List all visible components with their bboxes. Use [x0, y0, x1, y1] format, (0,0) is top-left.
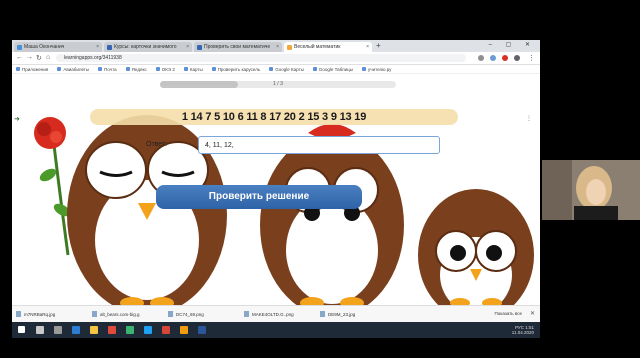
- task-view-icon[interactable]: [54, 326, 62, 334]
- bookmark-icon: [16, 67, 20, 71]
- file-icon: [168, 311, 173, 317]
- home-icon[interactable]: ⌂: [46, 54, 50, 61]
- close-tab-icon[interactable]: ×: [366, 42, 369, 52]
- bookmark-icon: [155, 67, 160, 71]
- show-all-downloads-link[interactable]: Показать все: [495, 311, 522, 316]
- desktop-screen: Маша Окончанич × Курсы: карточки значимог…: [12, 40, 540, 338]
- search-icon[interactable]: [36, 326, 44, 334]
- bookmark-icon: [269, 67, 274, 71]
- windows-taskbar: РУС 1:51 11.04.2020: [12, 322, 540, 338]
- browser-tab-active[interactable]: Веселый математик ×: [284, 42, 372, 52]
- bookmark-item[interactable]: Карты: [183, 67, 203, 72]
- check-solution-button[interactable]: Проверить решение: [156, 185, 362, 209]
- bookmarks-bar: Приложения Авиабилеты Почта Яндекс ОКЭ 2…: [12, 65, 540, 74]
- app-icon[interactable]: [180, 326, 188, 334]
- task-progress-text: 1 / 3: [273, 81, 283, 87]
- app-icon[interactable]: [162, 326, 170, 334]
- browser-tab[interactable]: Маша Окончанич ×: [14, 42, 102, 52]
- browser-icon[interactable]: [72, 326, 80, 334]
- file-icon: [16, 311, 21, 317]
- bookmark-icon: [211, 67, 216, 71]
- close-tab-icon[interactable]: ×: [186, 42, 189, 52]
- close-downloads-icon[interactable]: ✕: [530, 310, 535, 317]
- tab-favicon-icon: [287, 45, 292, 50]
- app-menu-icon[interactable]: ⋮: [526, 115, 532, 122]
- extension-icon[interactable]: [502, 55, 508, 61]
- new-tab-button[interactable]: +: [376, 40, 381, 52]
- bookmark-icon: [361, 67, 366, 71]
- bookmark-icon: [312, 67, 317, 71]
- owl-small-icon: [418, 189, 534, 305]
- forward-icon[interactable]: →: [26, 54, 33, 61]
- answer-label: Ответ:: [146, 141, 168, 148]
- bookmark-item[interactable]: ОКЭ 2: [155, 67, 175, 72]
- browser-tab[interactable]: Курсы: карточки значимого ×: [104, 42, 192, 52]
- bookmark-item[interactable]: учителю.ру: [361, 67, 391, 72]
- system-tray[interactable]: РУС 1:51 11.04.2020: [512, 325, 534, 335]
- bookmark-item[interactable]: Приложения: [16, 67, 48, 72]
- app-icon[interactable]: [144, 326, 152, 334]
- start-menu-icon[interactable]: [18, 326, 25, 333]
- file-icon: [92, 311, 97, 317]
- browser-tab[interactable]: Проверить свои математиче ×: [194, 42, 282, 52]
- app-icon[interactable]: [108, 326, 116, 334]
- bookmark-icon: [125, 67, 130, 71]
- side-arrow-icon[interactable]: ➜: [14, 115, 20, 123]
- app-icon[interactable]: [198, 326, 206, 334]
- tab-favicon-icon: [197, 45, 202, 50]
- browser-tab-bar: Маша Окончанич × Курсы: карточки значимог…: [12, 40, 540, 52]
- download-item[interactable]: DE9M_23.jpg: [320, 311, 396, 317]
- bookmark-item[interactable]: Авиабилеты: [57, 67, 89, 72]
- tab-favicon-icon: [107, 45, 112, 50]
- downloads-bar: m7NRBaRq.jpg alt_bears.com-big.g DC74_69…: [12, 305, 540, 322]
- menu-icon[interactable]: ⋮: [528, 54, 535, 62]
- tab-label: Веселый математик: [294, 44, 341, 50]
- clock-date: 11.04.2020: [511, 330, 534, 335]
- bookmark-item[interactable]: Google Карты: [269, 67, 304, 72]
- rose-icon: [34, 117, 71, 256]
- app-icon[interactable]: [126, 326, 134, 334]
- task-progress-bar: 1 / 3: [160, 81, 396, 88]
- window-controls[interactable]: – ▢ ✕: [489, 41, 536, 48]
- number-sequence: 1 14 7 5 10 6 11 8 17 20 2 15 3 9 13 19: [90, 109, 458, 125]
- bookmark-icon: [183, 67, 188, 71]
- answer-input[interactable]: 4, 11, 12,: [198, 136, 440, 154]
- app-page: ➜ ⋮ 1 / 3 1 14 7 5 10 6 11 8 17 20 2 15 …: [12, 75, 540, 305]
- tab-label: Проверить свои математиче: [204, 44, 271, 50]
- bookmark-icon: [57, 67, 62, 71]
- tab-label: Маша Окончанич: [24, 44, 65, 50]
- bookmark-item[interactable]: Почта: [98, 67, 117, 72]
- profile-icon[interactable]: [514, 55, 520, 61]
- bookmark-icon: [98, 67, 103, 71]
- bookmark-item[interactable]: Проверить карусель: [211, 67, 260, 72]
- tab-favicon-icon: [17, 45, 22, 50]
- extension-icon[interactable]: [490, 55, 496, 61]
- url-input[interactable]: learningapps.org/3411938: [56, 54, 466, 62]
- close-tab-icon[interactable]: ×: [276, 42, 279, 52]
- bookmark-item[interactable]: Яндекс: [125, 67, 147, 72]
- person-icon: [542, 160, 640, 220]
- download-item[interactable]: DC74_69.png: [168, 311, 244, 317]
- close-tab-icon[interactable]: ×: [96, 42, 99, 52]
- tab-label: Курсы: карточки значимого: [114, 44, 177, 50]
- download-item[interactable]: m7NRBaRq.jpg: [16, 311, 92, 317]
- folder-icon[interactable]: [90, 326, 98, 334]
- reload-icon[interactable]: ↻: [36, 54, 42, 62]
- webcam-video: [542, 160, 640, 220]
- download-item[interactable]: alt_bears.com-big.g: [92, 311, 168, 317]
- back-icon[interactable]: ←: [16, 54, 23, 61]
- extension-icon[interactable]: [478, 55, 484, 61]
- address-bar: ← → ↻ ⌂ learningapps.org/3411938 ⋮: [12, 52, 540, 65]
- file-icon: [320, 311, 325, 317]
- file-icon: [244, 311, 249, 317]
- download-item[interactable]: MAKE4OLTD.G..png: [244, 311, 320, 317]
- bookmark-item[interactable]: Google Таблицы: [312, 67, 353, 72]
